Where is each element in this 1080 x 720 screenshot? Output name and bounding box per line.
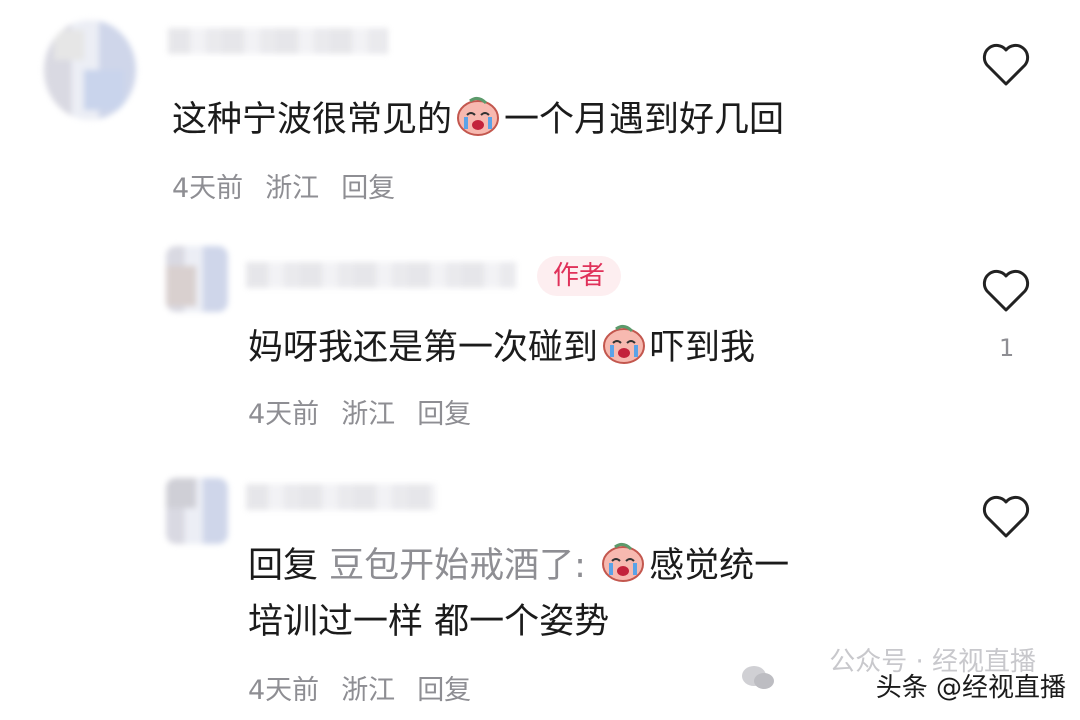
comment-text-line2: 培训过一样 都一个姿势 (248, 602, 610, 642)
avatar[interactable] (166, 478, 228, 544)
crying-face-emoji-icon (456, 95, 500, 152)
avatar[interactable] (44, 20, 136, 120)
avatar[interactable] (166, 246, 228, 312)
comment-time: 4天前 (248, 399, 320, 430)
comment-meta: 4天前 浙江 回复 (248, 392, 493, 431)
username-blurred[interactable] (246, 262, 516, 288)
comment-meta: 4天前 浙江 回复 (172, 166, 417, 205)
heart-outline-icon[interactable] (980, 40, 1032, 88)
comment-meta: 4天前 浙江 回复 (248, 668, 493, 707)
comment-text: 这种宁波很常见的 一个月遇到好几回 (172, 94, 784, 152)
heart-outline-icon[interactable] (980, 492, 1032, 540)
comment-location: 浙江 (341, 399, 396, 430)
reply-button[interactable]: 回复 (417, 675, 471, 706)
comment-text: 回复 豆包开始戒酒了: 感觉统一 (248, 540, 789, 598)
reply-prefix: 回复 (248, 546, 319, 586)
comment-text-part: 这种宁波很常见的 (172, 100, 453, 140)
comment-text-part: 一个月遇到好几回 (504, 100, 785, 140)
watermark-faded: 公众号 · 经视直播 (829, 647, 1036, 677)
reply-button[interactable]: 回复 (341, 173, 395, 204)
reply-button[interactable]: 回复 (417, 399, 471, 430)
comment-time: 4天前 (248, 675, 320, 706)
crying-face-emoji-icon (601, 541, 645, 598)
comment-text-part: 吓到我 (650, 328, 756, 368)
wechat-icon (742, 666, 774, 689)
heart-outline-icon[interactable] (980, 266, 1032, 314)
comment-location: 浙江 (265, 173, 320, 204)
comment-text-part: 妈呀我还是第一次碰到 (248, 328, 599, 368)
username-blurred[interactable] (168, 28, 388, 54)
crying-face-emoji-icon (602, 323, 646, 380)
comment-text: 妈呀我还是第一次碰到 吓到我 (248, 322, 755, 380)
comment-text-part: 感觉统一 (649, 546, 790, 586)
quoted-username[interactable]: 豆包开始戒酒了: (329, 546, 586, 586)
comment-time: 4天前 (172, 173, 244, 204)
comment-location: 浙江 (341, 675, 396, 706)
like-count: 1 (999, 334, 1015, 362)
username-blurred[interactable] (246, 484, 436, 510)
author-badge: 作者 (537, 256, 622, 296)
watermark: 公众号 · 经视直播 头条 @经视直播 (829, 647, 1066, 704)
